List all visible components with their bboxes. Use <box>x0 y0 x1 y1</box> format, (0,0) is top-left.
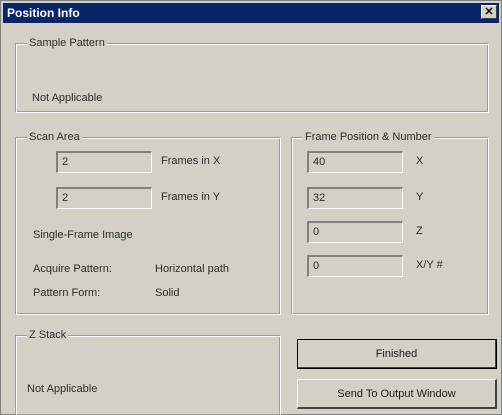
pattern-form-value: Solid <box>155 287 180 299</box>
position-xy-number-field[interactable]: 0 <box>307 255 403 277</box>
sample-pattern-title: Sample Pattern <box>27 37 107 50</box>
acquire-pattern-value: Horizontal path <box>155 263 229 275</box>
frames-in-x-field[interactable]: 2 <box>56 151 152 173</box>
frame-position-title: Frame Position & Number <box>303 131 434 144</box>
z-stack-title: Z Stack <box>27 329 69 342</box>
position-info-dialog: Position Info ✕ Sample Pattern Not Appli… <box>0 0 502 415</box>
position-y-field[interactable]: 32 <box>307 187 403 209</box>
position-x-label: X <box>416 155 424 167</box>
window-title: Position Info <box>7 6 80 20</box>
position-z-field[interactable]: 0 <box>307 221 403 243</box>
position-xy-number-label: X/Y # <box>416 259 443 271</box>
position-z-label: Z <box>416 225 423 237</box>
scan-area-title: Scan Area <box>27 131 82 144</box>
position-x-field[interactable]: 40 <box>307 151 403 173</box>
frames-in-x-label: Frames in X <box>161 155 221 167</box>
frames-in-y-label: Frames in Y <box>161 191 221 203</box>
position-y-label: Y <box>416 191 424 203</box>
single-frame-image-label: Single-Frame Image <box>33 229 133 241</box>
title-bar[interactable]: Position Info ✕ <box>3 3 499 23</box>
acquire-pattern-label: Acquire Pattern: <box>33 263 112 275</box>
finished-button[interactable]: Finished <box>297 339 497 369</box>
send-to-output-window-button[interactable]: Send To Output Window <box>297 379 497 409</box>
frames-in-y-field[interactable]: 2 <box>56 187 152 209</box>
z-stack-value: Not Applicable <box>27 383 98 395</box>
close-icon[interactable]: ✕ <box>481 5 497 19</box>
sample-pattern-value: Not Applicable <box>32 92 103 104</box>
pattern-form-label: Pattern Form: <box>33 287 101 299</box>
z-stack-group <box>15 335 281 415</box>
